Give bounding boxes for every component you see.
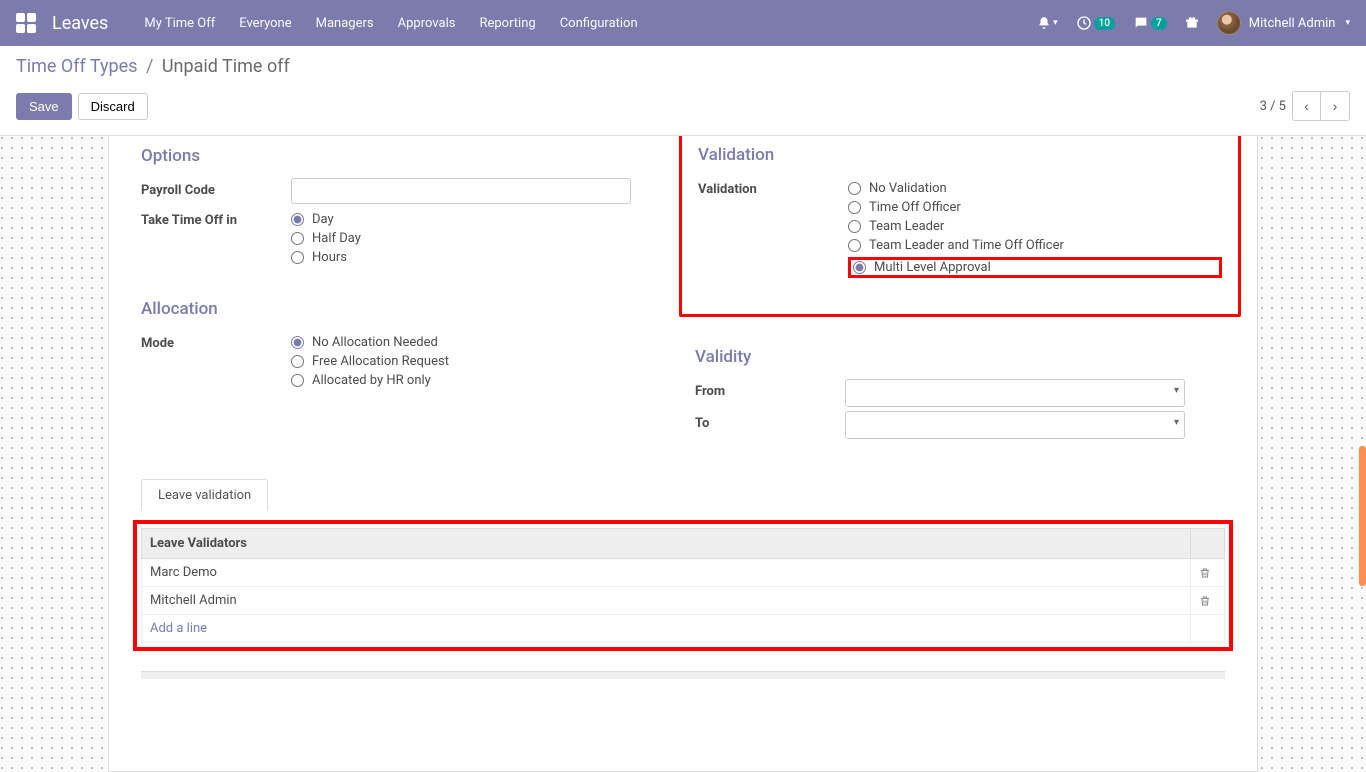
radio-multi-level-approval[interactable]: Multi Level Approval — [848, 257, 1222, 278]
col-actions — [1191, 529, 1225, 559]
pager-next[interactable]: › — [1321, 92, 1349, 120]
pager-position[interactable]: 3 / 5 — [1260, 99, 1286, 114]
radio-no-allocation[interactable]: No Allocation Needed — [291, 335, 671, 350]
section-validation: Validation — [698, 145, 1234, 165]
gift-icon[interactable] — [1185, 16, 1199, 30]
control-bar: Time Off Types / Unpaid Time off Save Di… — [0, 46, 1366, 136]
scrollbar-thumb[interactable] — [1359, 446, 1366, 586]
radio-day[interactable]: Day — [291, 212, 671, 227]
messages-icon[interactable]: 7 — [1133, 15, 1167, 31]
section-validity: Validity — [695, 347, 1225, 367]
form-viewport: Options Payroll Code Take Time Off in Da… — [0, 136, 1366, 772]
user-name: Mitchell Admin — [1249, 16, 1336, 31]
nav-my-time-off[interactable]: My Time Off — [144, 16, 215, 31]
nav-configuration[interactable]: Configuration — [560, 16, 638, 31]
label-to: To — [695, 411, 845, 431]
save-button[interactable]: Save — [16, 93, 72, 120]
nav-managers[interactable]: Managers — [316, 16, 374, 31]
delete-row-icon[interactable] — [1191, 587, 1225, 615]
apps-icon[interactable] — [16, 13, 36, 33]
notifications-icon[interactable]: ▾ — [1037, 16, 1058, 30]
breadcrumb: Time Off Types / Unpaid Time off — [16, 56, 1350, 77]
section-options: Options — [141, 146, 671, 166]
radio-hr-only[interactable]: Allocated by HR only — [291, 373, 671, 388]
breadcrumb-current: Unpaid Time off — [162, 56, 290, 77]
label-from: From — [695, 379, 845, 399]
tab-leave-validation[interactable]: Leave validation — [141, 479, 268, 511]
radio-hours[interactable]: Hours — [291, 250, 671, 265]
table-footer-edge — [141, 671, 1225, 679]
delete-row-icon[interactable] — [1191, 559, 1225, 587]
discard-button[interactable]: Discard — [78, 93, 148, 120]
nav-everyone[interactable]: Everyone — [239, 16, 291, 31]
user-menu[interactable]: Mitchell Admin ▾ — [1217, 11, 1350, 35]
activity-icon[interactable]: 10 — [1076, 15, 1115, 31]
pager-prev[interactable]: ‹ — [1293, 92, 1321, 120]
nav-reporting[interactable]: Reporting — [479, 16, 535, 31]
section-allocation: Allocation — [141, 299, 671, 319]
table-row[interactable]: Mitchell Admin — [142, 587, 1225, 615]
label-validation: Validation — [698, 177, 848, 197]
radio-team-leader-and-officer[interactable]: Team Leader and Time Off Officer — [848, 238, 1222, 253]
top-nav: Leaves My Time Off Everyone Managers App… — [0, 0, 1366, 46]
validator-name[interactable]: Mitchell Admin — [142, 587, 1191, 615]
table-row-add[interactable]: Add a line — [142, 615, 1225, 643]
table-row[interactable]: Marc Demo — [142, 559, 1225, 587]
label-take-time-off-in: Take Time Off in — [141, 208, 291, 228]
nav-approvals[interactable]: Approvals — [398, 16, 456, 31]
activity-badge: 10 — [1094, 17, 1115, 30]
radio-half-day[interactable]: Half Day — [291, 231, 671, 246]
validity-from-input[interactable] — [845, 379, 1185, 407]
validators-table: Leave Validators Marc Demo Mitchell — [141, 528, 1225, 643]
radio-free-allocation[interactable]: Free Allocation Request — [291, 354, 671, 369]
radio-team-leader[interactable]: Team Leader — [848, 219, 1222, 234]
brand[interactable]: Leaves — [52, 13, 108, 34]
form-sheet: Options Payroll Code Take Time Off in Da… — [108, 136, 1258, 772]
add-a-line[interactable]: Add a line — [142, 615, 1191, 643]
label-mode: Mode — [141, 331, 291, 351]
radio-no-validation[interactable]: No Validation — [848, 181, 1222, 196]
validity-to-input[interactable] — [845, 411, 1185, 439]
radio-time-off-officer[interactable]: Time Off Officer — [848, 200, 1222, 215]
payroll-code-input[interactable] — [291, 178, 631, 204]
messages-badge: 7 — [1151, 17, 1167, 30]
nav-links: My Time Off Everyone Managers Approvals … — [144, 16, 637, 31]
validator-name[interactable]: Marc Demo — [142, 559, 1191, 587]
breadcrumb-parent[interactable]: Time Off Types — [16, 56, 138, 77]
avatar — [1217, 11, 1241, 35]
validators-highlight: Leave Validators Marc Demo Mitchell — [133, 520, 1233, 651]
col-leave-validators: Leave Validators — [142, 529, 1191, 559]
validation-highlight: Validation Validation No Validation Time… — [679, 136, 1241, 317]
label-payroll-code: Payroll Code — [141, 178, 291, 198]
